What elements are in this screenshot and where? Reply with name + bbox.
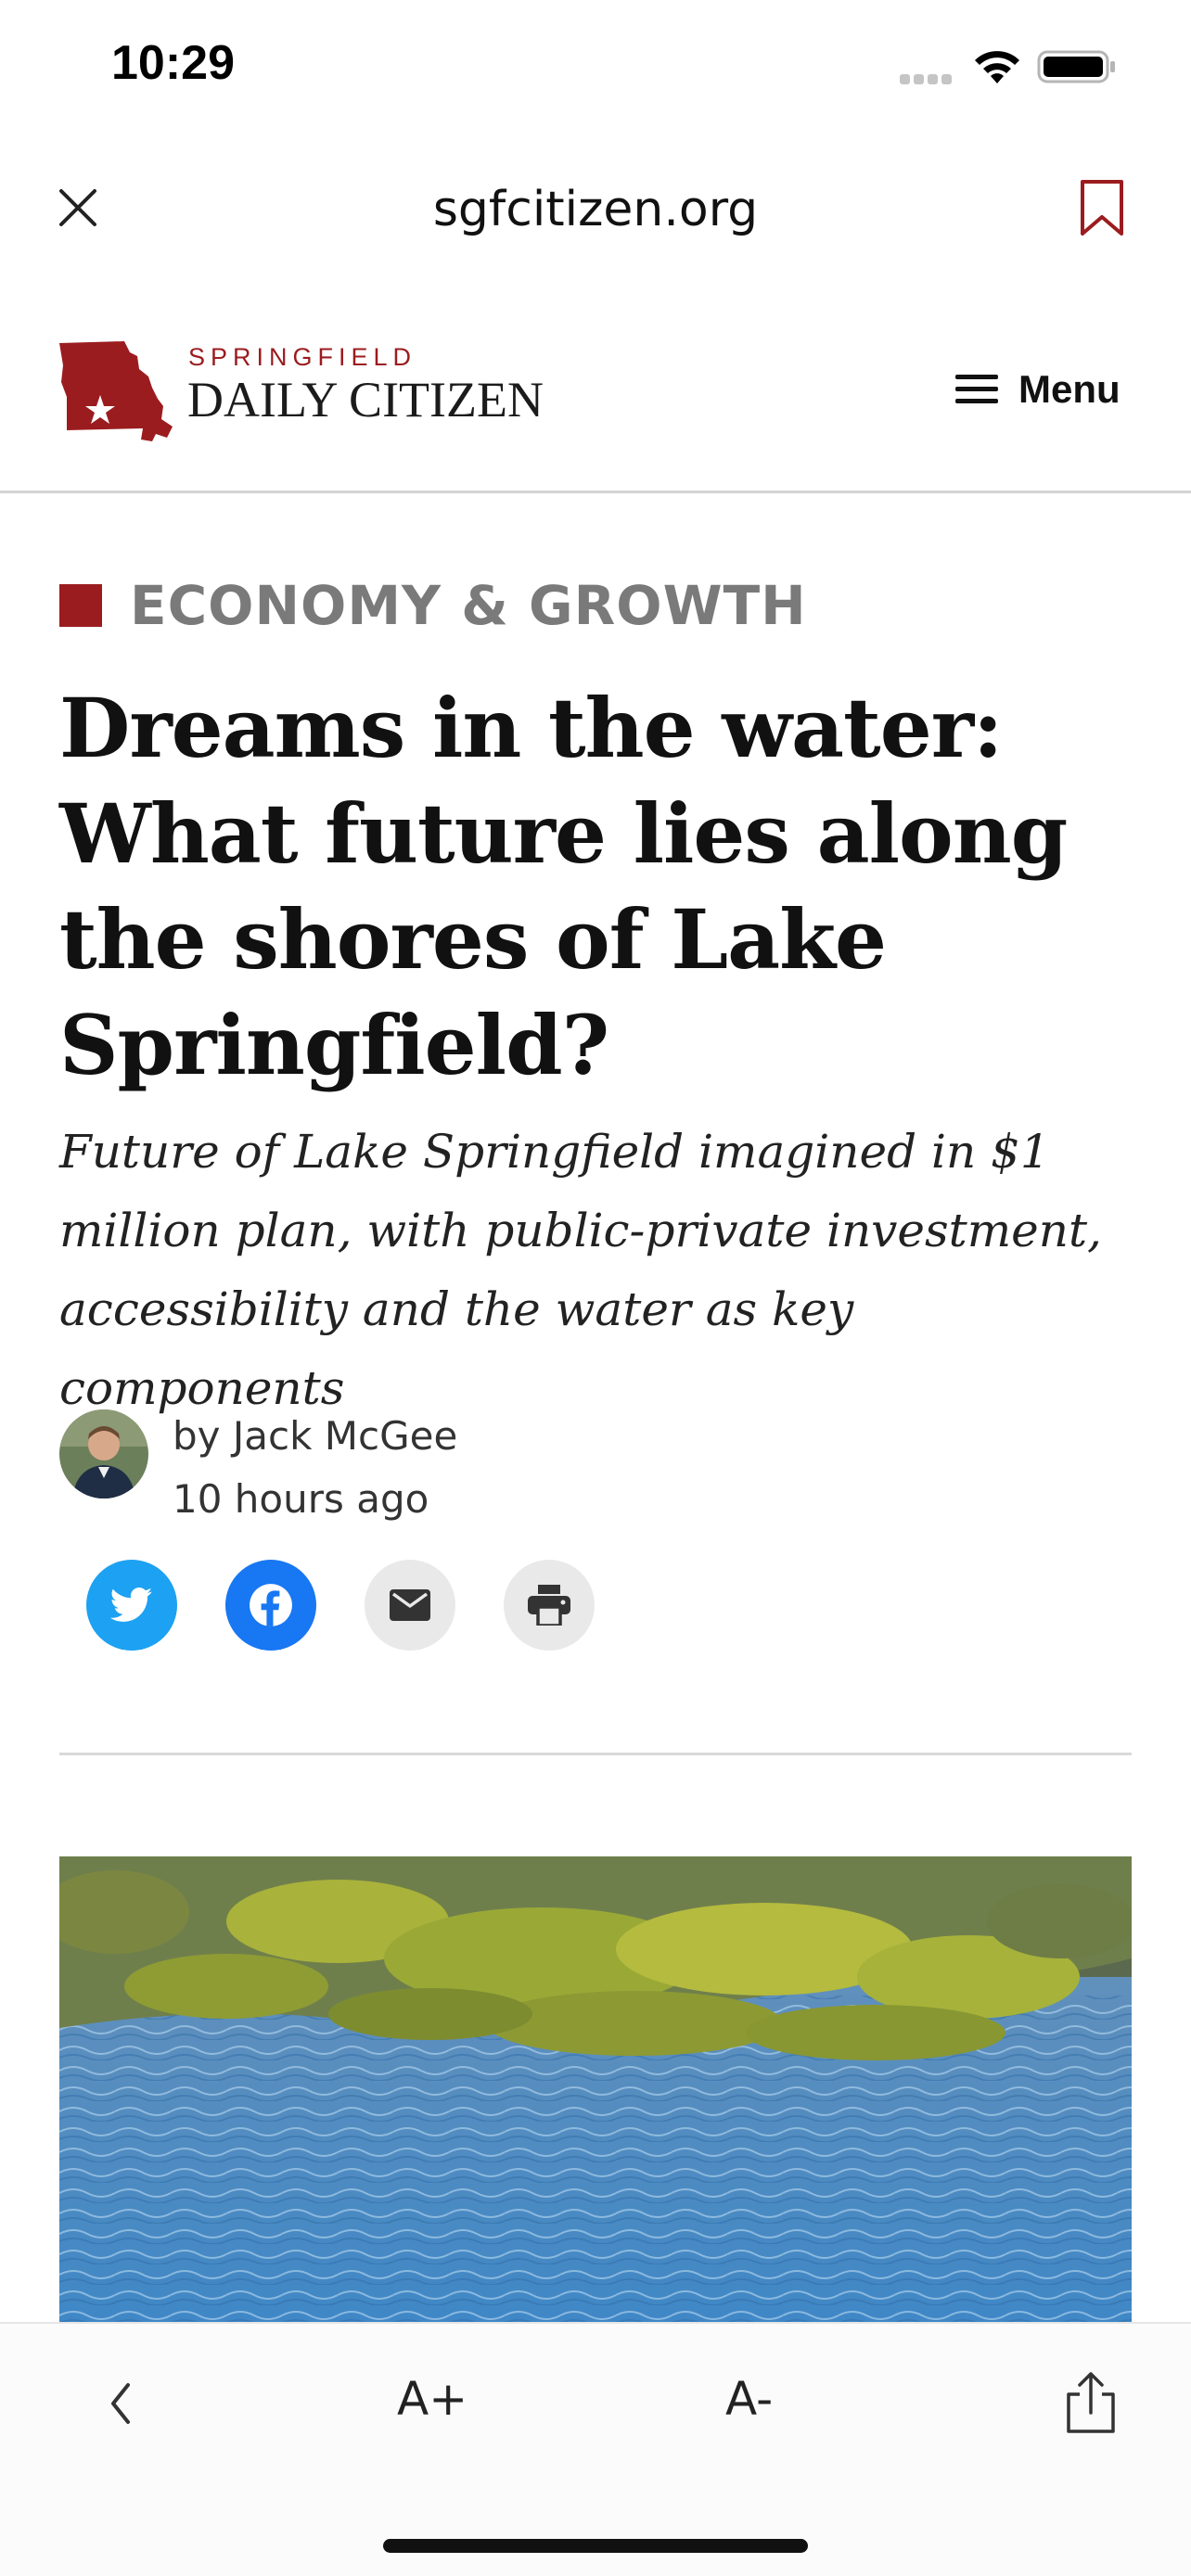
menu-button[interactable]: Menu (955, 362, 1141, 417)
missouri-logo-icon[interactable] (59, 341, 173, 441)
font-increase-button[interactable]: A+ (397, 2372, 467, 2426)
share-print-button[interactable] (504, 1560, 595, 1651)
status-time: 10:29 (111, 36, 235, 90)
wifi-icon (975, 51, 1019, 83)
font-decrease-button[interactable]: A- (725, 2372, 773, 2426)
status-bar: 10:29 (0, 0, 1191, 130)
logo-wordmark-small: SPRINGFIELD (188, 343, 417, 371)
battery-icon (1037, 50, 1115, 83)
logo-wordmark[interactable]: DAILY CITIZEN (187, 371, 544, 428)
chevron-left-icon[interactable] (102, 2376, 139, 2431)
category-label: ECONOMY & GROWTH (130, 574, 807, 637)
article-dek: Future of Lake Springfield imagined in $… (59, 1125, 1102, 1415)
share-email-button[interactable] (365, 1560, 455, 1651)
home-indicator[interactable] (383, 2539, 808, 2553)
print-icon (528, 1585, 570, 1626)
share-twitter-button[interactable] (86, 1560, 177, 1651)
page-domain[interactable]: sgfcitizen.org (0, 182, 1191, 237)
reader-toolbar (0, 2322, 1191, 2576)
facebook-icon (250, 1584, 292, 1626)
twitter-icon (110, 1588, 153, 1622)
author-avatar[interactable] (59, 1409, 148, 1498)
article-headline: Dreams in the water: What future lies al… (59, 680, 1068, 1093)
share-facebook-button[interactable] (225, 1560, 316, 1651)
category-marker (59, 584, 102, 627)
bookmark-icon[interactable] (1078, 178, 1126, 237)
share-icon[interactable] (1063, 2370, 1119, 2435)
menu-label: Menu (1018, 367, 1121, 411)
byline-author[interactable]: by Jack McGee (173, 1413, 457, 1459)
byline-timestamp: 10 hours ago (173, 1476, 429, 1522)
article-hero-image[interactable] (59, 1856, 1132, 2322)
section-divider (59, 1753, 1132, 1755)
signal-icon (900, 72, 957, 84)
site-header: SPRINGFIELD DAILY CITIZEN Menu (0, 315, 1191, 493)
hamburger-menu-icon (955, 375, 998, 403)
email-icon (390, 1589, 430, 1621)
article-category[interactable]: ECONOMY & GROWTH (59, 574, 807, 637)
